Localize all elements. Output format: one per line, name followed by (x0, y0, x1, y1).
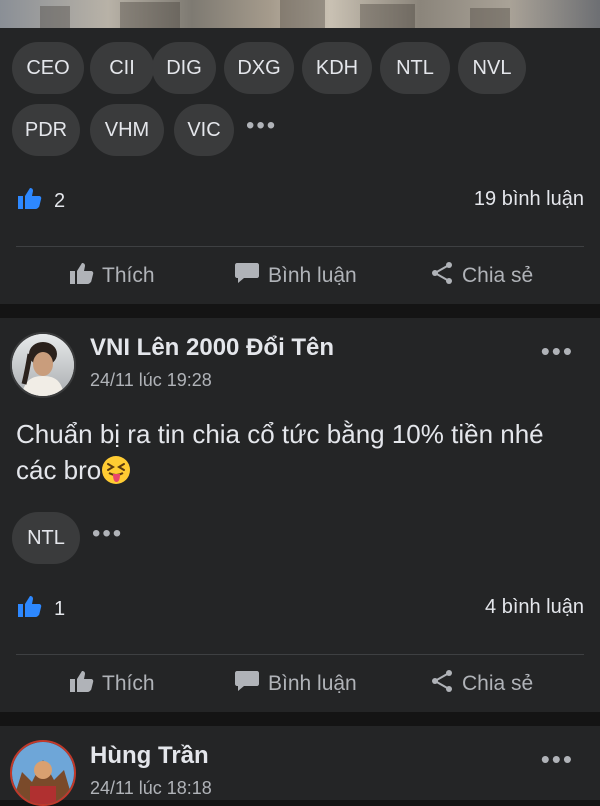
share-label: Chia sẻ (462, 264, 534, 287)
like-label: Thích (102, 672, 155, 695)
like-button[interactable]: Thích (68, 664, 155, 704)
ticker-tag[interactable]: NTL (380, 42, 450, 94)
ticker-tag[interactable]: PDR (12, 104, 80, 156)
ticker-tag[interactable]: CEO (12, 42, 84, 94)
ticker-tag[interactable]: VHM (90, 104, 164, 156)
comment-label: Bình luận (268, 672, 357, 695)
share-icon (430, 669, 454, 699)
like-button[interactable]: Thích (68, 256, 155, 296)
squinting-tongue-face-icon (101, 455, 131, 494)
post-body: Chuẩn bị ra tin chia cổ tức bằng 10% tiề… (16, 416, 584, 494)
like-summary[interactable]: 2 (16, 186, 65, 216)
thumbs-up-outline-icon (68, 669, 94, 699)
thumbs-up-icon (16, 186, 42, 216)
thumbs-up-outline-icon (68, 261, 94, 291)
share-button[interactable]: Chia sẻ (430, 256, 533, 296)
comment-label: Bình luận (268, 264, 357, 287)
comment-button[interactable]: Bình luận (234, 664, 357, 704)
ticker-tag[interactable]: DIG (152, 42, 216, 94)
speech-bubble-icon (234, 669, 260, 699)
post-timestamp[interactable]: 24/11 lúc 19:28 (90, 370, 212, 391)
avatar[interactable] (10, 332, 76, 398)
more-horizontal-icon[interactable]: ••• (541, 336, 574, 367)
comment-button[interactable]: Bình luận (234, 256, 357, 296)
post-actions: Thích Bình luận Chia sẻ (0, 664, 600, 704)
share-label: Chia sẻ (462, 672, 534, 695)
speech-bubble-icon (234, 261, 260, 291)
ticker-tag[interactable]: CII (90, 42, 154, 94)
ticker-tag[interactable]: NVL (458, 42, 526, 94)
like-count: 1 (54, 597, 66, 620)
share-icon (430, 261, 454, 291)
post-card-1: CEO CII DIG DXG KDH NTL NVL PDR VHM VIC … (0, 0, 600, 304)
divider (16, 246, 584, 247)
more-tags-icon[interactable]: ••• (92, 522, 123, 546)
divider (16, 654, 584, 655)
comment-count[interactable]: 19 bình luận (474, 188, 584, 211)
reaction-stats: 1 4 bình luận (16, 594, 584, 622)
author-name[interactable]: Hùng Trần (90, 742, 209, 770)
post-card-3: Hùng Trần 24/11 lúc 18:18 ••• (0, 726, 600, 806)
more-horizontal-icon[interactable]: ••• (541, 744, 574, 775)
ticker-tag[interactable]: VIC (174, 104, 234, 156)
ticker-tag[interactable]: NTL (12, 512, 80, 564)
post-image[interactable] (0, 0, 600, 28)
share-button[interactable]: Chia sẻ (430, 664, 533, 704)
post-timestamp[interactable]: 24/11 lúc 18:18 (90, 778, 212, 799)
like-label: Thích (102, 264, 155, 287)
thumbs-up-icon (16, 594, 42, 624)
avatar[interactable] (10, 740, 76, 806)
like-count: 2 (54, 189, 66, 212)
reaction-stats: 2 19 bình luận (16, 186, 584, 214)
post-card-2: VNI Lên 2000 Đổi Tên 24/11 lúc 19:28 •••… (0, 318, 600, 712)
post-actions: Thích Bình luận Chia sẻ (0, 256, 600, 296)
post-text: Chuẩn bị ra tin chia cổ tức bằng 10% tiề… (16, 419, 544, 485)
more-tags-icon[interactable]: ••• (246, 114, 277, 138)
ticker-tag[interactable]: DXG (224, 42, 294, 94)
ticker-tag[interactable]: KDH (302, 42, 372, 94)
author-name[interactable]: VNI Lên 2000 Đổi Tên (90, 334, 334, 362)
comment-count[interactable]: 4 bình luận (485, 596, 584, 619)
like-summary[interactable]: 1 (16, 594, 65, 624)
